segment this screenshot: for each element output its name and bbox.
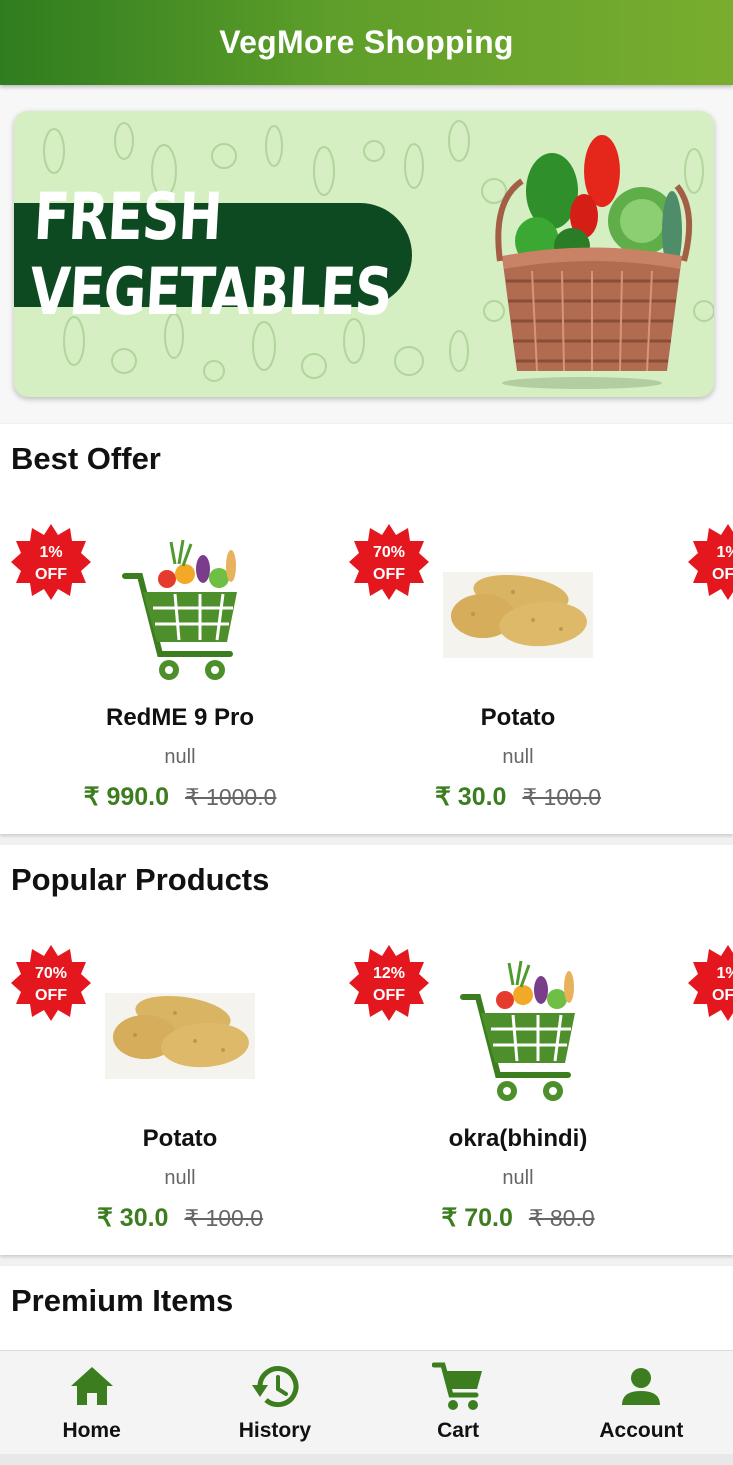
nav-item-cart[interactable]: Cart [367, 1351, 550, 1454]
premium-items-section: Premium Items [0, 1266, 733, 1356]
product-description: null [164, 746, 196, 768]
product-mrp: ₹ 100.0 [522, 784, 602, 810]
app-screen: VegMore Shopping FRESH VEGETABLES Best O… [0, 0, 733, 1465]
product-description: null [502, 1167, 534, 1189]
discount-badge: 70% OFF [11, 943, 91, 1023]
discount-percent: 1% [39, 544, 63, 561]
discount-off: OFF [373, 566, 405, 583]
product-description: null [502, 746, 534, 768]
history-icon [251, 1366, 299, 1408]
product-mrp: ₹ 80.0 [528, 1205, 595, 1231]
banner-headline: FRESH VEGETABLES [27, 180, 394, 330]
product-card-potato[interactable]: 70% OFF Potato null ₹ 30.0 ₹ 100.0 [11, 935, 349, 1255]
potato-image [443, 572, 593, 658]
section-title-premium-items: Premium Items [11, 1283, 234, 1318]
nav-item-history[interactable]: History [183, 1351, 366, 1454]
product-price-row: ₹ 30.0 ₹ 100.0 [349, 782, 687, 812]
product-price-row: ₹ 70.0 ₹ 80.0 [349, 1203, 687, 1233]
nav-label-home: Home [62, 1419, 121, 1442]
product-price: ₹ 30.0 [434, 783, 507, 811]
product-name: Potato [142, 1125, 218, 1152]
discount-badge: 12% OFF [349, 943, 429, 1023]
app-title: VegMore Shopping [219, 24, 514, 60]
product-price: ₹ 990.0 [83, 783, 170, 811]
cart-icon [432, 1362, 483, 1410]
product-card-redme-9-pro[interactable]: 1% OFF RedME 9 Pro null ₹ 990.0 ₹ 1000.0 [11, 514, 349, 834]
product-mrp: ₹ 100.0 [184, 1205, 264, 1231]
nav-item-home[interactable]: Home [0, 1351, 183, 1454]
app-bar: VegMore Shopping [0, 0, 733, 85]
grocery-cart-icon [122, 539, 237, 680]
potato-image [105, 993, 255, 1079]
product-card-potato[interactable]: 70% OFF Potato null ₹ 30.0 ₹ 100.0 [349, 514, 687, 834]
product-card-okra[interactable]: 12% OFF okra(bhindi) null ₹ 70.0 ₹ 80.0 [349, 935, 687, 1255]
product-name: okra(bhindi) [448, 1125, 588, 1152]
discount-percent: 70% [372, 544, 406, 561]
discount-percent: 1% [716, 965, 733, 982]
discount-badge: 70% OFF [349, 522, 429, 602]
discount-off: OFF [35, 987, 67, 1004]
nav-item-account[interactable]: Account [550, 1351, 733, 1454]
vegetable-basket-image [495, 135, 693, 389]
section-title-best-offer: Best Offer [11, 441, 161, 476]
product-name: Potato [480, 704, 556, 731]
banner-headline-pill: FRESH VEGETABLES [14, 180, 412, 330]
product-price-row: ₹ 990.0 ₹ 1000.0 [11, 782, 349, 812]
home-icon [70, 1367, 113, 1405]
best-offer-section: Best Offer 1% OFF RedME 9 Pro null ₹ 990… [0, 424, 733, 834]
product-price-row: ₹ 30.0 ₹ 100.0 [11, 1203, 349, 1233]
section-title-popular-products: Popular Products [11, 862, 270, 897]
nav-label-history: History [238, 1419, 312, 1442]
discount-off: OFF [712, 566, 733, 583]
popular-products-section: Popular Products 70% OFF Potato null ₹ 30… [0, 845, 733, 1255]
discount-badge-partial[interactable]: 1% OFF [688, 943, 733, 1023]
product-mrp: ₹ 1000.0 [185, 784, 277, 810]
discount-off: OFF [373, 987, 405, 1004]
discount-off: OFF [35, 566, 67, 583]
product-description: null [164, 1167, 196, 1189]
discount-badge: 1% OFF [11, 522, 91, 602]
product-price: ₹ 30.0 [96, 1204, 169, 1232]
nav-label-cart: Cart [437, 1419, 480, 1442]
product-name: RedME 9 Pro [105, 704, 255, 731]
discount-off: OFF [712, 987, 733, 1004]
promo-banner[interactable]: FRESH VEGETABLES [14, 111, 714, 397]
discount-percent: 1% [716, 544, 733, 561]
system-nav-strip [0, 1454, 733, 1465]
discount-percent: 12% [372, 965, 406, 982]
banner-section: FRESH VEGETABLES [0, 85, 733, 423]
discount-badge-partial[interactable]: 1% OFF [688, 522, 733, 602]
account-icon [622, 1368, 661, 1405]
nav-label-account: Account [599, 1419, 684, 1442]
discount-percent: 70% [34, 965, 68, 982]
product-price: ₹ 70.0 [441, 1204, 513, 1232]
grocery-cart-icon [460, 960, 575, 1101]
bottom-navigation: Home History Cart Account [0, 1350, 733, 1454]
